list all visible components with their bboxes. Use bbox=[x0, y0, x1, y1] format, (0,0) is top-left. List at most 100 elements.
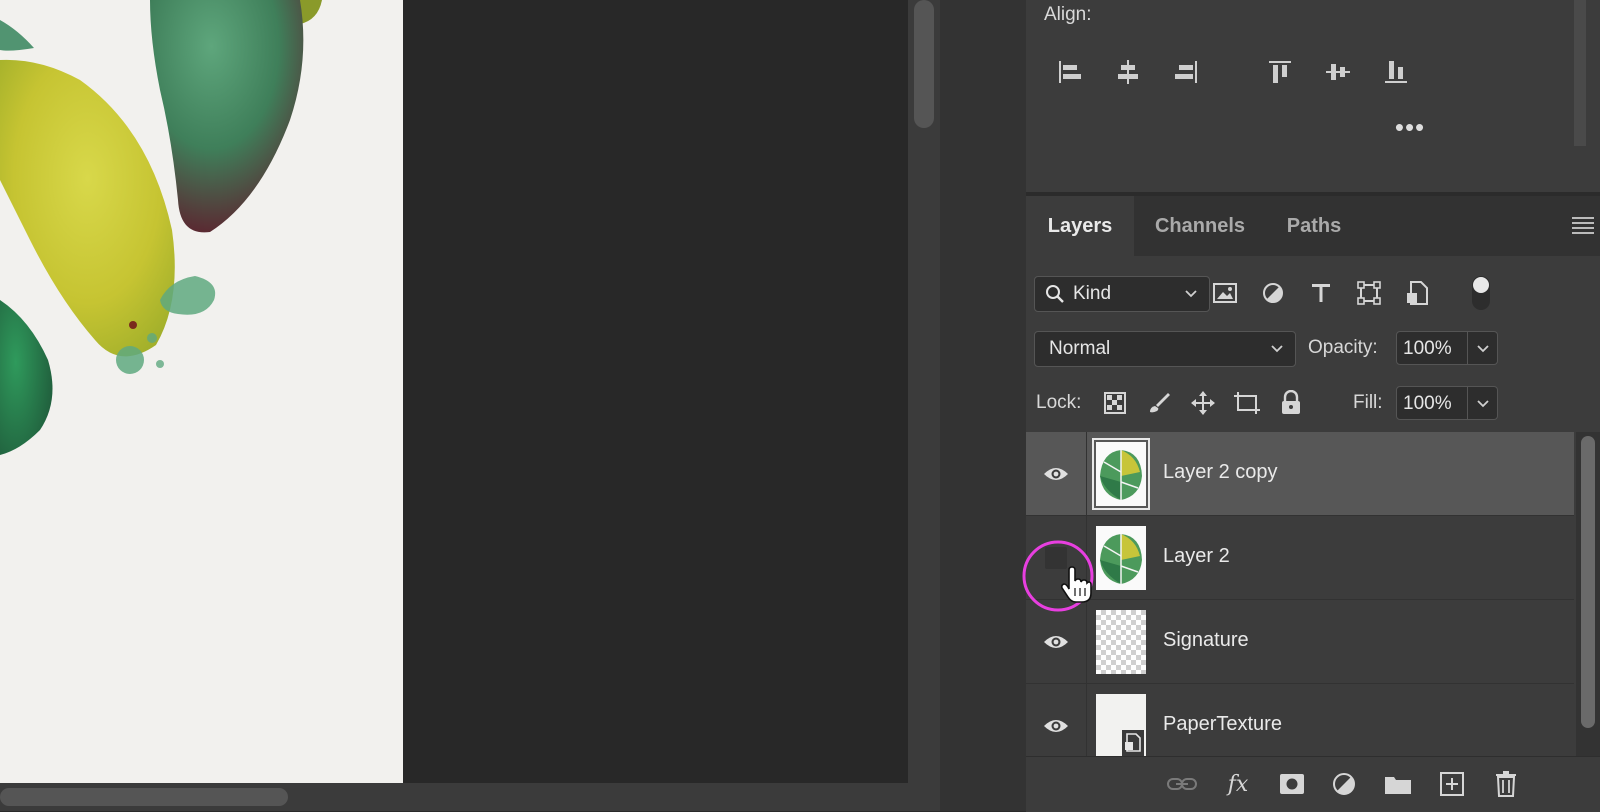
add-layer-style-button[interactable]: fx bbox=[1222, 769, 1254, 799]
layer-name: Signature bbox=[1163, 629, 1249, 651]
lock-image-pixels-icon bbox=[1150, 393, 1170, 413]
lock-artboard-icon bbox=[1234, 392, 1260, 414]
search-icon bbox=[1046, 285, 1064, 303]
opacity-label: Opacity: bbox=[1308, 337, 1378, 358]
link-layers-icon bbox=[1167, 778, 1197, 790]
layer-thumbnail bbox=[1096, 526, 1146, 590]
kind-label: Kind bbox=[1073, 283, 1112, 304]
new-adjustment-layer-button[interactable] bbox=[1328, 769, 1360, 799]
align-top-edges-button[interactable] bbox=[1262, 54, 1298, 90]
opacity-dropdown-button[interactable] bbox=[1468, 331, 1498, 365]
eye-icon bbox=[1044, 720, 1068, 732]
lock-artboard-button[interactable] bbox=[1232, 388, 1262, 418]
lock-label: Lock: bbox=[1036, 392, 1082, 413]
new-layer-button[interactable] bbox=[1436, 769, 1468, 799]
chevron-down-icon bbox=[1185, 290, 1197, 298]
lock-image-pixels-button[interactable] bbox=[1144, 388, 1174, 418]
fill-dropdown-button[interactable] bbox=[1468, 386, 1498, 420]
layer-row-layer-2-copy[interactable]: Layer 2 copy bbox=[1026, 432, 1574, 516]
fill-input[interactable]: 100% bbox=[1396, 386, 1468, 420]
align-vertical-centers-button[interactable] bbox=[1320, 54, 1356, 90]
adjustment-filter-icon bbox=[1263, 283, 1283, 303]
properties-scrollbar[interactable] bbox=[1574, 0, 1586, 146]
align-vertical-centers-icon bbox=[1326, 64, 1350, 80]
more-options-button[interactable]: ••• bbox=[1390, 114, 1430, 140]
blend-mode-select[interactable]: Normal bbox=[1034, 331, 1296, 367]
layers-panel: Layers Channels Paths Kind Normal Opacit… bbox=[1026, 196, 1600, 812]
monstera-leaf-thumbnail bbox=[1100, 534, 1142, 584]
new-group-icon bbox=[1385, 777, 1411, 794]
add-layer-mask-button[interactable] bbox=[1276, 769, 1308, 799]
blend-mode-value: Normal bbox=[1049, 338, 1111, 359]
align-bottom-edges-icon bbox=[1385, 61, 1407, 83]
tab-paths[interactable]: Paths bbox=[1266, 196, 1362, 256]
layer-filter-kind-select[interactable]: Kind bbox=[1034, 276, 1210, 312]
fx-icon: fx bbox=[1227, 771, 1249, 797]
link-layers-button[interactable] bbox=[1166, 769, 1198, 799]
monstera-leaf-thumbnail bbox=[1100, 450, 1142, 500]
lock-transparent-pixels-button[interactable] bbox=[1100, 388, 1130, 418]
hand-cursor-icon bbox=[1060, 566, 1092, 603]
lock-all-button[interactable] bbox=[1276, 388, 1306, 418]
new-group-button[interactable] bbox=[1382, 769, 1414, 799]
layer-name: Layer 2 copy bbox=[1163, 461, 1278, 483]
lock-position-button[interactable] bbox=[1188, 388, 1218, 418]
filter-pixel-layers-button[interactable] bbox=[1210, 278, 1240, 308]
lock-transparent-pixels-icon bbox=[1104, 392, 1126, 414]
document-canvas[interactable] bbox=[0, 0, 908, 783]
align-bottom-edges-button[interactable] bbox=[1378, 54, 1414, 90]
align-top-edges-icon bbox=[1269, 61, 1291, 83]
panel-tabs-bar: Layers Channels Paths bbox=[1026, 196, 1600, 256]
lock-position-icon bbox=[1191, 391, 1215, 415]
layers-footer-toolbar: fx bbox=[1026, 756, 1600, 812]
canvas-vertical-scroll-thumb[interactable] bbox=[914, 0, 934, 128]
panel-menu-icon[interactable] bbox=[1572, 216, 1594, 234]
layer-visibility-toggle[interactable] bbox=[1026, 684, 1087, 766]
filter-toggle-switch[interactable] bbox=[1472, 276, 1490, 310]
layer-name: PaperTexture bbox=[1163, 713, 1282, 735]
tab-channels[interactable]: Channels bbox=[1134, 196, 1266, 256]
align-horizontal-centers-button[interactable] bbox=[1110, 54, 1146, 90]
layer-row-layer-2[interactable]: Layer 2 bbox=[1026, 516, 1574, 600]
type-filter-icon bbox=[1312, 284, 1330, 302]
lock-all-icon bbox=[1282, 390, 1300, 414]
right-panel-dock: Align: ••• Layers Channels Paths Kind No… bbox=[1026, 0, 1600, 812]
filter-shape-layers-button[interactable] bbox=[1354, 278, 1384, 308]
layer-thumbnail bbox=[1092, 438, 1150, 510]
layer-name: Layer 2 bbox=[1163, 545, 1230, 567]
align-label: Align: bbox=[1044, 4, 1092, 25]
eye-icon bbox=[1044, 636, 1068, 648]
layer-visibility-toggle[interactable] bbox=[1026, 432, 1087, 516]
opacity-input[interactable]: 100% bbox=[1396, 331, 1468, 365]
filter-type-layers-button[interactable] bbox=[1306, 278, 1336, 308]
canvas-horizontal-scroll-thumb[interactable] bbox=[0, 788, 288, 806]
delete-layer-button[interactable] bbox=[1490, 769, 1522, 799]
layer-row-signature[interactable]: Signature bbox=[1026, 600, 1574, 684]
smart-object-filter-icon bbox=[1407, 281, 1428, 305]
align-right-edges-icon bbox=[1175, 61, 1197, 83]
layers-list: Layer 2 copy Layer 2 Signature PaperText… bbox=[1026, 432, 1574, 766]
layer-thumbnail bbox=[1096, 694, 1146, 758]
chevron-down-icon bbox=[1476, 400, 1489, 408]
align-left-edges-button[interactable] bbox=[1052, 54, 1088, 90]
new-layer-icon bbox=[1440, 772, 1464, 796]
artwork-document[interactable] bbox=[0, 0, 403, 783]
align-right-edges-button[interactable] bbox=[1168, 54, 1204, 90]
new-adjustment-icon bbox=[1333, 773, 1355, 795]
properties-panel: Align: ••• bbox=[1026, 0, 1600, 196]
smart-object-badge-icon bbox=[1122, 730, 1144, 756]
shape-filter-icon bbox=[1357, 281, 1381, 305]
delete-layer-icon bbox=[1496, 771, 1516, 797]
eye-icon bbox=[1044, 468, 1068, 480]
tab-layers[interactable]: Layers bbox=[1026, 196, 1134, 256]
layers-list-scroll-thumb[interactable] bbox=[1581, 436, 1595, 728]
chevron-down-icon bbox=[1271, 345, 1283, 353]
align-horizontal-centers-icon bbox=[1118, 60, 1138, 84]
transparent-layer-thumbnail bbox=[1096, 610, 1146, 674]
chevron-down-icon bbox=[1476, 345, 1489, 353]
filter-smart-objects-button[interactable] bbox=[1402, 278, 1432, 308]
layer-row-papertexture[interactable]: PaperTexture bbox=[1026, 684, 1574, 766]
panel-dock-gutter bbox=[940, 0, 1026, 811]
add-mask-icon bbox=[1280, 774, 1304, 794]
filter-adjustment-layers-button[interactable] bbox=[1258, 278, 1288, 308]
